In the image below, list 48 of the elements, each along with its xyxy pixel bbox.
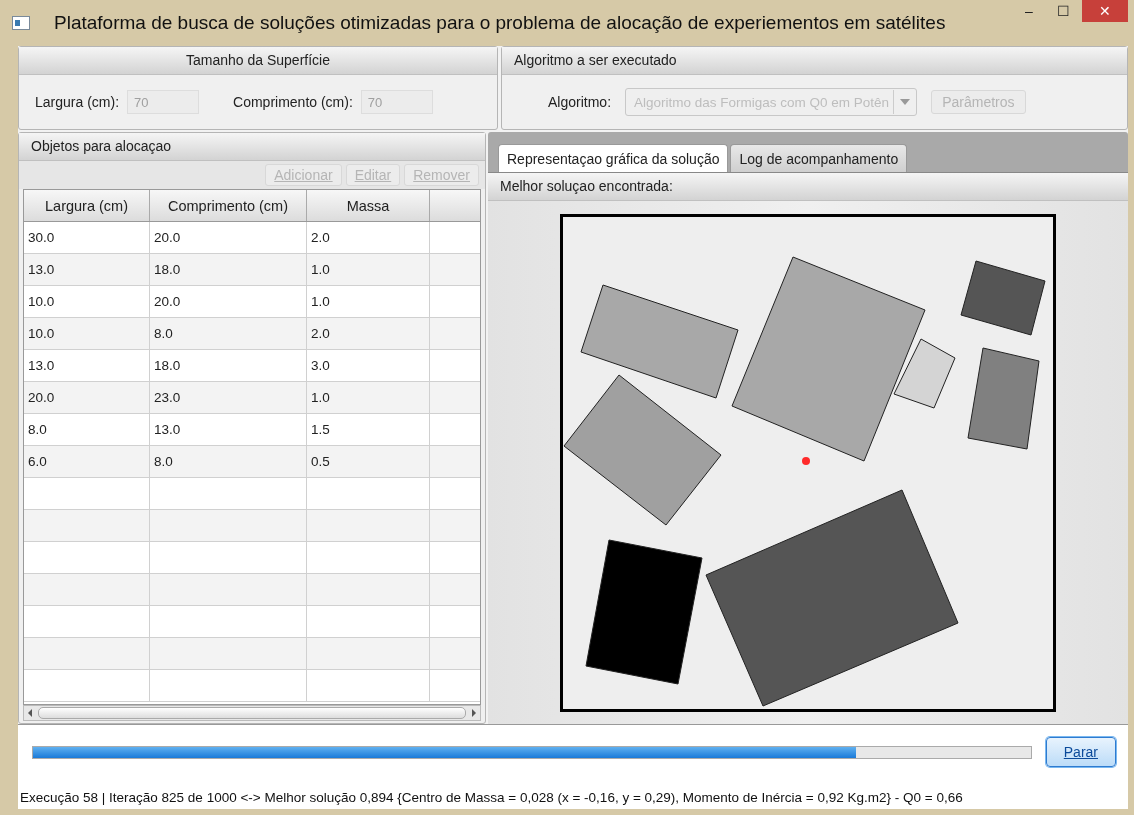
table-cell: 6.0 <box>24 446 150 477</box>
scroll-left-icon[interactable] <box>26 708 34 718</box>
table-cell: 1.0 <box>307 382 430 413</box>
table-cell: 8.0 <box>150 446 307 477</box>
column-header[interactable]: Massa <box>307 190 430 221</box>
column-header[interactable]: Comprimento (cm) <box>150 190 307 221</box>
table-cell: 18.0 <box>150 254 307 285</box>
table-cell: 1.0 <box>307 254 430 285</box>
tab[interactable]: Log de acompanhamento <box>730 144 908 172</box>
table-cell: 1.0 <box>307 286 430 317</box>
tab[interactable]: Representaçao gráfica da solução <box>498 144 729 172</box>
minimize-button[interactable]: – <box>1014 0 1044 22</box>
table-cell: 23.0 <box>150 382 307 413</box>
table-cell: 8.0 <box>150 318 307 349</box>
table-cell: 20.0 <box>150 222 307 253</box>
panel-header: Melhor soluçao encontrada: <box>488 173 1128 201</box>
table-cell: 2.0 <box>307 318 430 349</box>
table-cell: 0.5 <box>307 446 430 477</box>
app-icon <box>12 16 30 30</box>
maximize-button[interactable]: ☐ <box>1048 0 1078 22</box>
table-cell: 3.0 <box>307 350 430 381</box>
panel-header: Objetos para alocaçao <box>19 133 485 161</box>
field-label: Comprimento (cm): <box>233 94 353 110</box>
field-label: Largura (cm): <box>35 94 120 110</box>
horizontal-scrollbar[interactable] <box>23 705 481 721</box>
table-cell: 2.0 <box>307 222 430 253</box>
close-button[interactable]: ✕ <box>1082 0 1128 22</box>
panel-header: Tamanho da Superfície <box>19 47 497 75</box>
table-cell: 20.0 <box>150 286 307 317</box>
dropdown-arrow-icon <box>900 99 911 105</box>
scroll-right-icon[interactable] <box>470 708 478 718</box>
status-text: Execução 58 | Iteração 825 de 1000 <-> Melhor solução 0,894 {Centro de Massa = 0,028 (x = -0,16, y = 0,29), Momento de Inércia = 0,92 Kg.m2} - Q0 = 0,66 <box>19 790 964 807</box>
field-label: Algoritmo: <box>548 94 612 110</box>
stop-button[interactable]: Parar <box>1045 737 1116 767</box>
window-title: Plataforma de busca de soluções otimizadas para o problema de alocação de experiementos em satélites <box>54 12 947 34</box>
table-cell: 10.0 <box>24 286 150 317</box>
table-cell: 13.0 <box>24 254 150 285</box>
panel-header: Algoritmo a ser executado <box>502 47 1127 75</box>
column-header[interactable]: Largura (cm) <box>24 190 150 221</box>
table-cell: 30.0 <box>24 222 150 253</box>
table-cell: 10.0 <box>24 318 150 349</box>
table-cell: 18.0 <box>150 350 307 381</box>
center-of-mass-dot <box>802 457 810 465</box>
table-cell: 13.0 <box>24 350 150 381</box>
table-cell: 1.5 <box>307 414 430 445</box>
table-cell: 8.0 <box>24 414 150 445</box>
table-cell: 13.0 <box>150 414 307 445</box>
table-cell: 20.0 <box>24 382 150 413</box>
